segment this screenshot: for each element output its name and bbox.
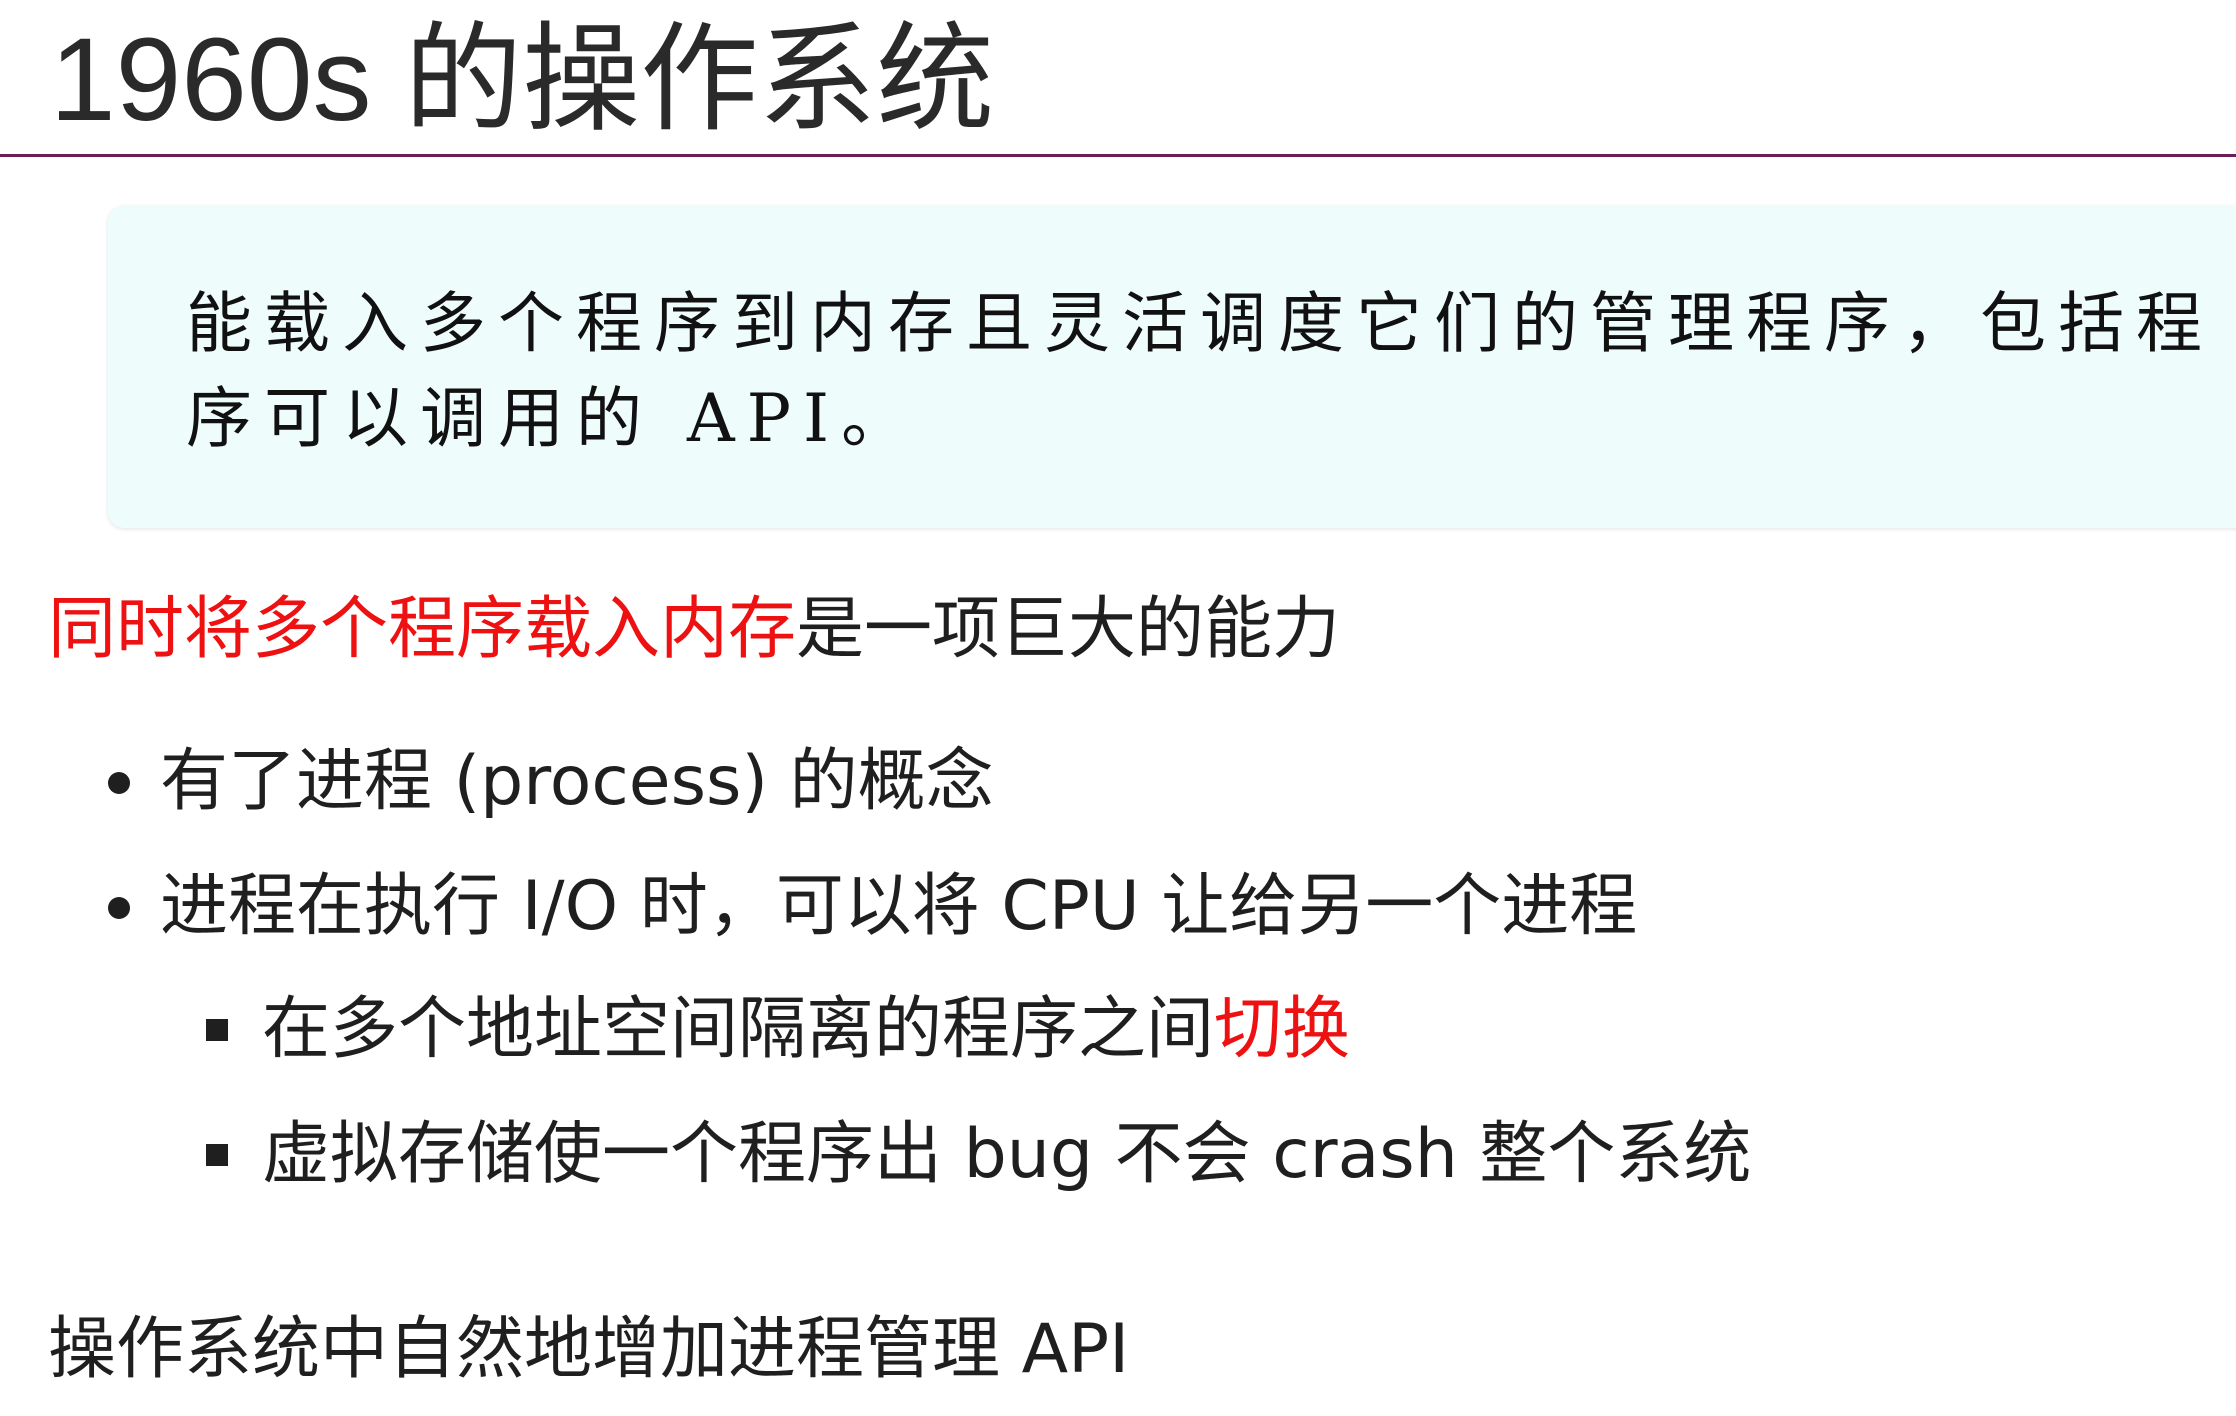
statement-highlight: 同时将多个程序载入内存	[48, 590, 797, 669]
bullet-dot-1	[108, 772, 130, 794]
footer-line: 操作系统中自然地增加进程管理 API	[48, 1310, 1130, 1389]
statement-line: 同时将多个程序载入内存是一项巨大的能力	[48, 590, 1340, 670]
sub-bullet-item-2: 虚拟存储使一个程序出 bug 不会 crash 整个系统	[262, 1115, 1752, 1194]
sub-bullet-1-highlight: 切换	[1214, 990, 1351, 1069]
bullet-item-1: 有了进程 (process) 的概念	[160, 742, 994, 821]
sub-bullet-item-1: 在多个地址空间隔离的程序之间切换	[262, 990, 1350, 1070]
sub-bullet-1-text: 在多个地址空间隔离的程序之间	[262, 990, 1215, 1069]
definition-text: 能载入多个程序到内存且灵活调度它们的管理程序，包括程 序可以调用的 API。	[186, 276, 2226, 466]
sub-bullet-square-1	[206, 1019, 228, 1041]
title-divider	[0, 154, 2236, 157]
slide-title: 1960s 的操作系统	[50, 14, 995, 146]
definition-line-2: 序可以调用的 API。	[186, 380, 920, 457]
sub-bullet-square-2	[206, 1144, 228, 1166]
definition-line-1: 能载入多个程序到内存且灵活调度它们的管理程序，包括程	[186, 285, 2214, 362]
bullet-dot-2	[108, 897, 130, 919]
bullet-item-2: 进程在执行 I/O 时，可以将 CPU 让给另一个进程	[160, 867, 1638, 946]
statement-rest: 是一项巨大的能力	[796, 590, 1341, 669]
definition-box: 能载入多个程序到内存且灵活调度它们的管理程序，包括程 序可以调用的 API。	[108, 206, 2236, 528]
